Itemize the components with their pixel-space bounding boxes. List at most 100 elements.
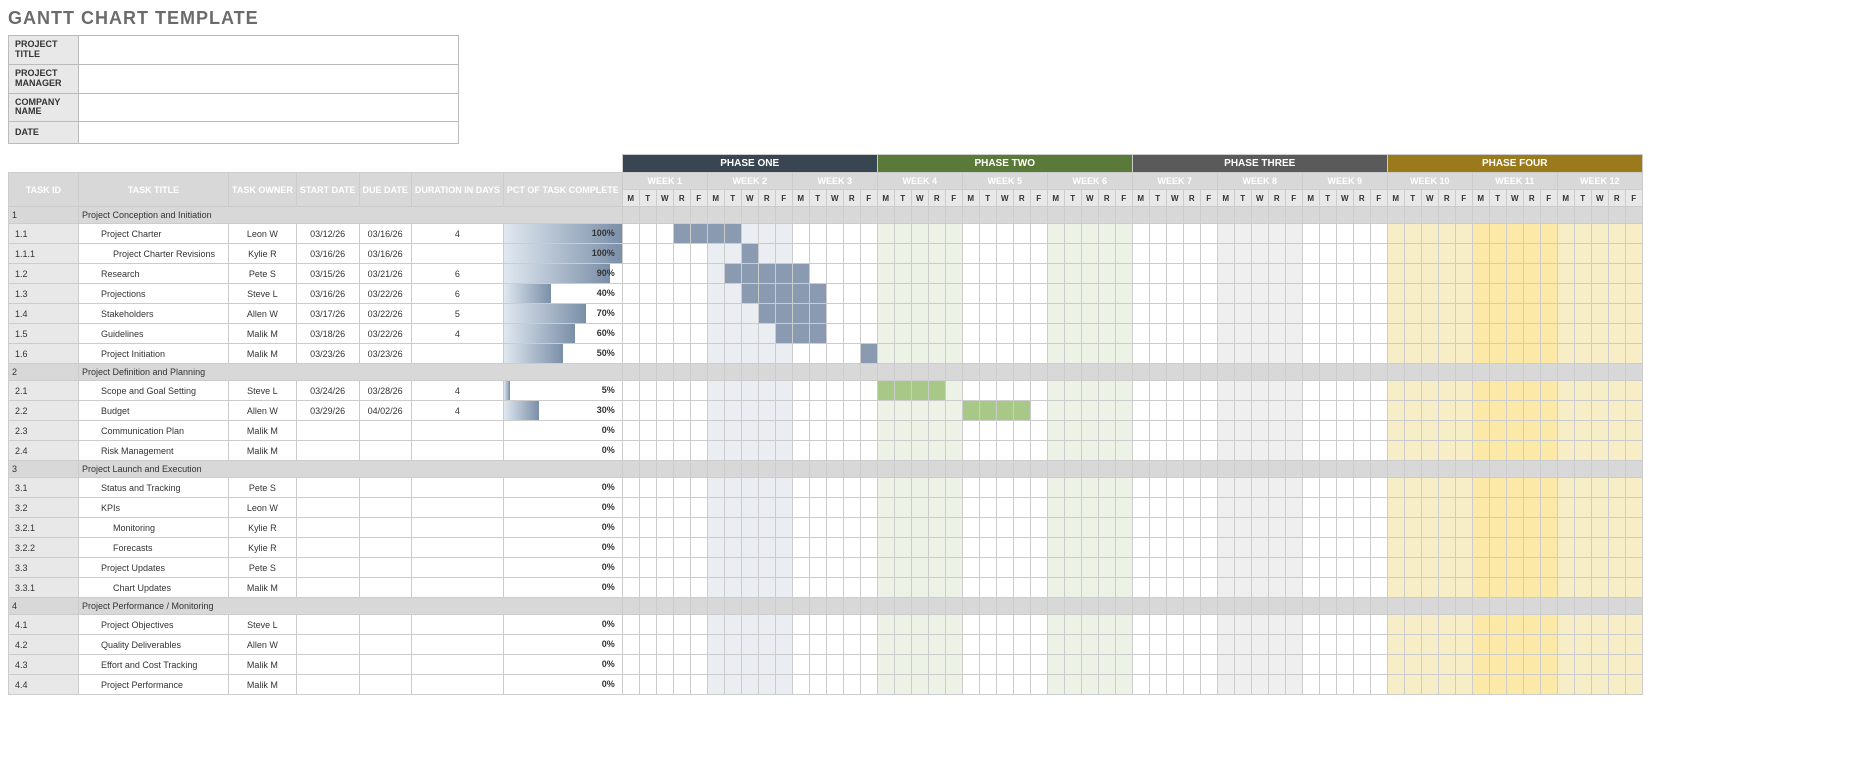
gantt-cell[interactable] (1472, 578, 1489, 598)
gantt-cell[interactable] (1353, 264, 1370, 284)
gantt-cell[interactable] (1336, 498, 1353, 518)
gantt-cell[interactable] (979, 598, 996, 615)
gantt-cell[interactable] (979, 498, 996, 518)
gantt-cell[interactable] (1166, 578, 1183, 598)
gantt-cell[interactable] (1574, 421, 1591, 441)
gantt-cell[interactable] (1336, 364, 1353, 381)
gantt-cell[interactable] (1625, 675, 1642, 695)
duration[interactable] (411, 635, 503, 655)
gantt-cell[interactable] (1353, 304, 1370, 324)
gantt-cell[interactable] (1370, 498, 1387, 518)
gantt-cell[interactable] (1489, 421, 1506, 441)
gantt-cell[interactable] (1608, 421, 1625, 441)
gantt-cell[interactable] (1064, 461, 1081, 478)
gantt-cell[interactable] (843, 364, 860, 381)
gantt-cell[interactable] (1115, 558, 1132, 578)
gantt-cell[interactable] (1268, 538, 1285, 558)
gantt-cell[interactable] (707, 244, 724, 264)
gantt-cell[interactable] (996, 558, 1013, 578)
gantt-cell[interactable] (1115, 598, 1132, 615)
gantt-cell[interactable] (1234, 558, 1251, 578)
gantt-cell[interactable] (741, 264, 758, 284)
gantt-cell[interactable] (792, 381, 809, 401)
gantt-cell[interactable] (1353, 224, 1370, 244)
gantt-cell[interactable] (860, 284, 877, 304)
gantt-cell[interactable] (1353, 615, 1370, 635)
gantt-cell[interactable] (1268, 304, 1285, 324)
gantt-cell[interactable] (1166, 558, 1183, 578)
gantt-cell[interactable] (1506, 421, 1523, 441)
gantt-cell[interactable] (1608, 598, 1625, 615)
gantt-cell[interactable] (1387, 478, 1404, 498)
start-date[interactable] (296, 478, 359, 498)
gantt-cell[interactable] (707, 615, 724, 635)
gantt-cell[interactable] (758, 264, 775, 284)
gantt-cell[interactable] (877, 558, 894, 578)
gantt-cell[interactable] (979, 461, 996, 478)
gantt-cell[interactable] (1098, 635, 1115, 655)
gantt-cell[interactable] (1455, 207, 1472, 224)
gantt-cell[interactable] (877, 264, 894, 284)
gantt-cell[interactable] (792, 538, 809, 558)
gantt-cell[interactable] (1149, 675, 1166, 695)
gantt-cell[interactable] (1489, 224, 1506, 244)
gantt-cell[interactable] (843, 401, 860, 421)
gantt-cell[interactable] (843, 518, 860, 538)
gantt-cell[interactable] (1455, 635, 1472, 655)
gantt-cell[interactable] (775, 558, 792, 578)
gantt-cell[interactable] (996, 518, 1013, 538)
gantt-cell[interactable] (656, 244, 673, 264)
gantt-cell[interactable] (1013, 461, 1030, 478)
gantt-cell[interactable] (1557, 538, 1574, 558)
gantt-cell[interactable] (843, 421, 860, 441)
gantt-cell[interactable] (809, 224, 826, 244)
gantt-cell[interactable] (1319, 324, 1336, 344)
gantt-cell[interactable] (1013, 284, 1030, 304)
gantt-cell[interactable] (656, 675, 673, 695)
duration[interactable] (411, 421, 503, 441)
duration[interactable] (411, 244, 503, 264)
gantt-cell[interactable] (928, 304, 945, 324)
gantt-cell[interactable] (809, 478, 826, 498)
gantt-cell[interactable] (1013, 478, 1030, 498)
gantt-cell[interactable] (1608, 478, 1625, 498)
gantt-cell[interactable] (775, 401, 792, 421)
start-date[interactable] (296, 518, 359, 538)
gantt-cell[interactable] (945, 421, 962, 441)
task-owner[interactable]: Pete S (229, 264, 297, 284)
gantt-cell[interactable] (758, 284, 775, 304)
gantt-cell[interactable] (673, 635, 690, 655)
gantt-cell[interactable] (945, 598, 962, 615)
gantt-cell[interactable] (1166, 284, 1183, 304)
gantt-cell[interactable] (1472, 518, 1489, 538)
gantt-cell[interactable] (1540, 558, 1557, 578)
gantt-cell[interactable] (945, 675, 962, 695)
gantt-cell[interactable] (962, 478, 979, 498)
gantt-cell[interactable] (877, 441, 894, 461)
gantt-cell[interactable] (792, 578, 809, 598)
gantt-cell[interactable] (1251, 578, 1268, 598)
gantt-cell[interactable] (1370, 364, 1387, 381)
gantt-cell[interactable] (724, 615, 741, 635)
gantt-cell[interactable] (894, 655, 911, 675)
task-id[interactable]: 1.4 (9, 304, 79, 324)
gantt-cell[interactable] (1353, 244, 1370, 264)
gantt-cell[interactable] (656, 344, 673, 364)
gantt-cell[interactable] (1285, 344, 1302, 364)
gantt-cell[interactable] (1098, 224, 1115, 244)
start-date[interactable]: 03/18/26 (296, 324, 359, 344)
gantt-cell[interactable] (1608, 578, 1625, 598)
gantt-cell[interactable] (1523, 364, 1540, 381)
gantt-cell[interactable] (1166, 421, 1183, 441)
gantt-cell[interactable] (809, 364, 826, 381)
gantt-cell[interactable] (1285, 364, 1302, 381)
gantt-cell[interactable] (1030, 635, 1047, 655)
gantt-cell[interactable] (1591, 478, 1608, 498)
gantt-cell[interactable] (656, 461, 673, 478)
gantt-cell[interactable] (911, 538, 928, 558)
gantt-cell[interactable] (1421, 207, 1438, 224)
gantt-cell[interactable] (1540, 207, 1557, 224)
gantt-cell[interactable] (1149, 244, 1166, 264)
gantt-cell[interactable] (877, 224, 894, 244)
gantt-cell[interactable] (656, 538, 673, 558)
